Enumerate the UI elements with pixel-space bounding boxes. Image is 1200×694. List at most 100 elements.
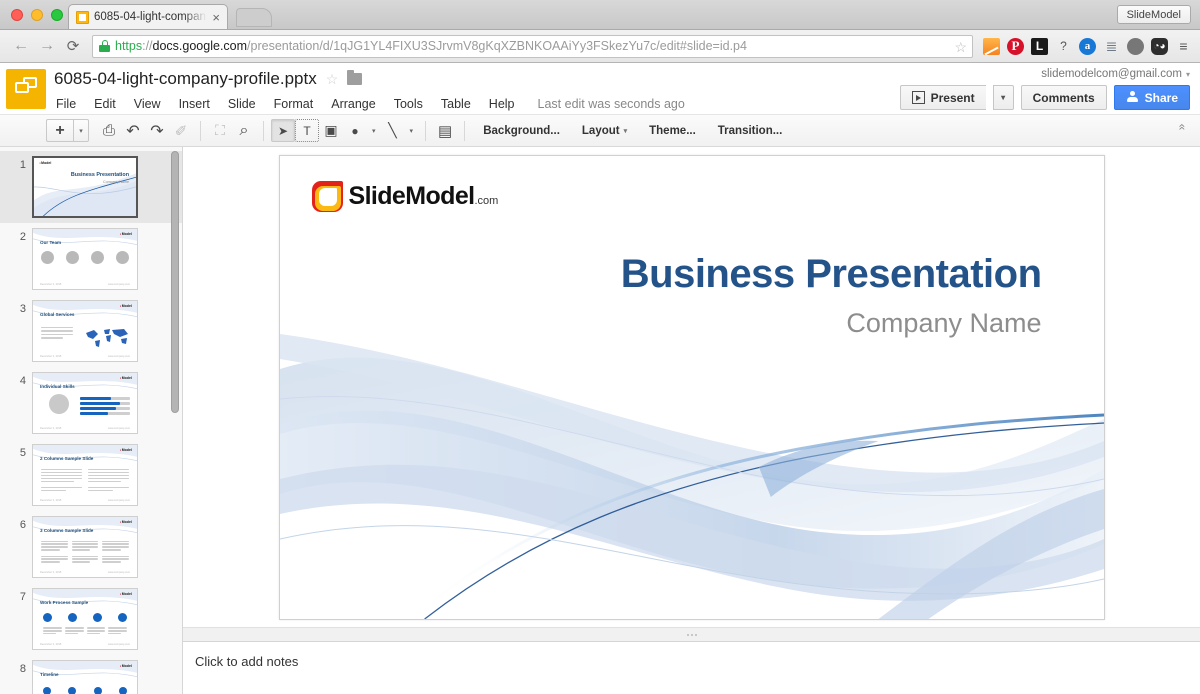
theme-button[interactable]: Theme...	[638, 119, 707, 142]
filmstrip-slide-3[interactable]: 3 ◗Model Global Services	[0, 295, 182, 367]
browser-tab[interactable]: 6085-04-light-company-pr ×	[68, 4, 228, 29]
redo-icon[interactable]: ↷	[145, 119, 169, 142]
current-slide[interactable]: SlideModel.com Business Presentation Com…	[279, 155, 1105, 620]
buffer-extension-icon[interactable]: ≣	[1103, 38, 1120, 55]
shape-dropdown-icon[interactable]: ▾	[367, 119, 381, 142]
lock-icon	[99, 40, 110, 52]
alexa-extension-icon[interactable]: a	[1079, 38, 1096, 55]
share-button[interactable]: Share	[1114, 85, 1190, 110]
document-title[interactable]: 6085-04-light-company-profile.pptx	[54, 69, 317, 89]
slide-thumbnail[interactable]: ◗Model 3 Columns Sample Slide	[32, 516, 138, 578]
undo-icon[interactable]: ↶	[121, 119, 145, 142]
menu-view[interactable]: View	[125, 95, 170, 113]
slide-thumbnail[interactable]: ◗Model Timeline	[32, 660, 138, 694]
menu-help[interactable]: Help	[480, 95, 524, 113]
footer-left: December 2, 2015	[40, 571, 61, 574]
close-tab-icon[interactable]: ×	[209, 11, 223, 24]
menu-table[interactable]: Table	[432, 95, 480, 113]
thumbnail-logo: ◗Model	[39, 161, 51, 165]
present-button[interactable]: Present	[900, 85, 986, 110]
filmstrip-slide-7[interactable]: 7 ◗Model Work Process Sample	[0, 583, 182, 655]
thumbnail-text-block	[41, 325, 73, 341]
speaker-notes-pane[interactable]: Click to add notes	[183, 641, 1200, 694]
window-controls	[11, 9, 63, 21]
insert-image-icon[interactable]: ▣	[319, 119, 343, 142]
shape-icon[interactable]: ●	[343, 119, 367, 142]
back-icon[interactable]: ←	[8, 33, 34, 59]
new-slide-button[interactable]: +	[46, 119, 73, 142]
chrome-profile-button[interactable]: SlideModel	[1117, 5, 1191, 24]
globe-extension-icon[interactable]	[1127, 38, 1144, 55]
lastpass-extension-icon[interactable]: L	[1031, 38, 1048, 55]
collapse-toolbar-icon[interactable]: «	[1177, 124, 1189, 131]
filmstrip-scrollbar[interactable]	[171, 151, 179, 413]
filmstrip-slide-2[interactable]: 2 ◗Model Our Team December 2, 2015	[0, 223, 182, 295]
slide-thumbnail[interactable]: ◗Model Our Team December 2, 2015 www.com…	[32, 228, 138, 290]
slide-thumbnail[interactable]: ◗Model 2 Columns Sample Slide	[32, 444, 138, 506]
slide-thumbnail[interactable]: ◗Model Work Process Sample Decembe	[32, 588, 138, 650]
thumbnail-footer: December 2, 2015 www.company.com	[40, 355, 130, 358]
slide-filmstrip[interactable]: 1 ◗Model Business Presentation Company N…	[0, 147, 183, 694]
line-dropdown-icon[interactable]: ▾	[405, 119, 419, 142]
paint-format-icon[interactable]: ✐	[169, 119, 193, 142]
comments-button[interactable]: Comments	[1021, 85, 1107, 110]
menu-edit[interactable]: Edit	[85, 95, 125, 113]
slide-thumbnail[interactable]: ◗Model Business Presentation Company Nam…	[32, 156, 138, 218]
maximize-window-button[interactable]	[51, 9, 63, 21]
chart-extension-icon[interactable]	[983, 38, 1000, 55]
question-extension-icon[interactable]: ?	[1055, 38, 1072, 55]
google-slides-logo-icon[interactable]	[6, 69, 46, 109]
text-box-icon[interactable]: T	[295, 119, 319, 142]
thumbnail-footer: December 2, 2015 www.company.com	[40, 643, 130, 646]
transition-button[interactable]: Transition...	[707, 119, 794, 142]
bookmark-star-icon[interactable]: ☆	[954, 39, 967, 55]
footer-center: www.company.com	[108, 499, 130, 502]
layout-button[interactable]: Layout ▾	[571, 119, 638, 142]
menu-slide[interactable]: Slide	[219, 95, 265, 113]
footer-left: December 2, 2015	[40, 283, 61, 286]
menu-file[interactable]: File	[56, 95, 85, 113]
thumbnail-logo: ◗Model	[120, 592, 132, 596]
account-indicator[interactable]: slidemodelcom@gmail.com ▾	[1041, 68, 1190, 80]
minimize-window-button[interactable]	[31, 9, 43, 21]
menu-arrange[interactable]: Arrange	[322, 95, 384, 113]
filmstrip-slide-5[interactable]: 5 ◗Model 2 Columns Sample Slide	[0, 439, 182, 511]
select-tool-icon[interactable]: ➤	[271, 119, 295, 142]
present-options-button[interactable]: ▾	[993, 85, 1014, 110]
filmstrip-slide-6[interactable]: 6 ◗Model 3 Columns Sample Slide	[0, 511, 182, 583]
slide-thumbnail[interactable]: ◗Model Individual Skills December 2, 201…	[32, 372, 138, 434]
address-bar[interactable]: https://docs.google.com/presentation/d/1…	[92, 35, 973, 58]
pinterest-extension-icon[interactable]: P	[1007, 38, 1024, 55]
new-slide-dropdown-icon[interactable]: ▾	[73, 119, 89, 142]
thumbnail-logo-text: Model	[122, 376, 132, 380]
menu-tools[interactable]: Tools	[385, 95, 432, 113]
owl-extension-icon[interactable]: ◔◕	[1151, 38, 1168, 55]
zoom-icon[interactable]: ⌕	[232, 119, 256, 142]
thumbnail-avatars	[41, 251, 129, 264]
slide-thumbnail[interactable]: ◗Model Global Services	[32, 300, 138, 362]
filmstrip-slide-1[interactable]: 1 ◗Model Business Presentation Company N…	[0, 151, 182, 223]
move-to-folder-icon[interactable]	[347, 73, 362, 85]
print-icon[interactable]: ⎙	[97, 119, 121, 142]
fit-to-window-icon[interactable]: ⛶	[208, 119, 232, 142]
slide-title-text[interactable]: Business Presentation	[621, 252, 1042, 297]
line-icon[interactable]: ╲	[381, 119, 405, 142]
slide-subtitle-text[interactable]: Company Name	[846, 308, 1041, 339]
menu-format[interactable]: Format	[265, 95, 323, 113]
insert-video-icon[interactable]: ▤	[433, 119, 457, 142]
last-edit-status[interactable]: Last edit was seconds ago	[538, 97, 685, 111]
slide-stage[interactable]: SlideModel.com Business Presentation Com…	[183, 147, 1200, 627]
drag-handle-icon[interactable]	[687, 634, 697, 636]
new-tab-button[interactable]	[236, 8, 272, 27]
notes-splitter[interactable]	[183, 627, 1200, 641]
star-document-icon[interactable]: ☆	[326, 71, 339, 88]
menu-insert[interactable]: Insert	[170, 95, 219, 113]
forward-icon[interactable]: →	[34, 33, 60, 59]
filmstrip-slide-8[interactable]: 8 ◗Model Timeline	[0, 655, 182, 694]
background-button[interactable]: Background...	[472, 119, 571, 142]
reload-icon[interactable]: ⟳	[60, 33, 86, 59]
close-window-button[interactable]	[11, 9, 23, 21]
filmstrip-slide-4[interactable]: 4 ◗Model Individual Skills	[0, 367, 182, 439]
header-buttons: Present ▾ Comments Share	[900, 85, 1190, 110]
chrome-menu-icon[interactable]: ≡	[1175, 38, 1192, 55]
